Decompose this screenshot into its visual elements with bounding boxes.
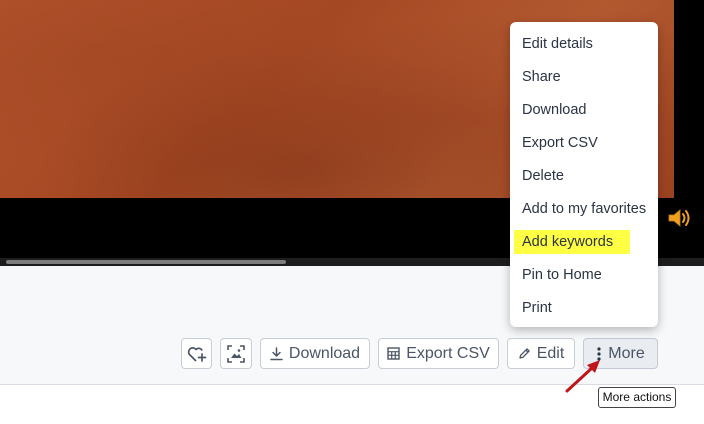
speaker-icon[interactable] xyxy=(667,207,693,229)
more-actions-menu: Edit details Share Download Export CSV D… xyxy=(510,22,658,327)
add-favorite-button[interactable] xyxy=(181,338,212,369)
menu-item-print[interactable]: Print xyxy=(522,296,552,320)
more-label: More xyxy=(608,344,645,362)
download-label: Download xyxy=(288,344,361,362)
menu-item-pin-to-home[interactable]: Pin to Home xyxy=(522,263,602,287)
menu-item-delete[interactable]: Delete xyxy=(522,164,564,188)
image-frame-icon xyxy=(227,344,245,363)
menu-item-share[interactable]: Share xyxy=(522,65,561,89)
menu-item-add-to-favorites[interactable]: Add to my favorites xyxy=(522,197,646,221)
download-icon xyxy=(270,346,283,360)
pencil-icon xyxy=(519,348,530,359)
heart-plus-icon xyxy=(187,346,206,362)
more-actions-tooltip: More actions xyxy=(598,387,676,408)
export-csv-label: Export CSV xyxy=(406,344,490,362)
image-view-button[interactable] xyxy=(220,338,252,369)
menu-item-download[interactable]: Download xyxy=(522,98,587,122)
download-button[interactable]: Download xyxy=(260,338,370,369)
menu-item-edit-details[interactable]: Edit details xyxy=(522,32,593,56)
scrollbar-thumb[interactable] xyxy=(6,260,286,264)
export-csv-button[interactable]: Export CSV xyxy=(378,338,499,369)
menu-item-export-csv[interactable]: Export CSV xyxy=(522,131,598,155)
menu-item-add-keywords[interactable]: Add keywords xyxy=(514,230,630,254)
table-grid-icon xyxy=(387,347,400,360)
